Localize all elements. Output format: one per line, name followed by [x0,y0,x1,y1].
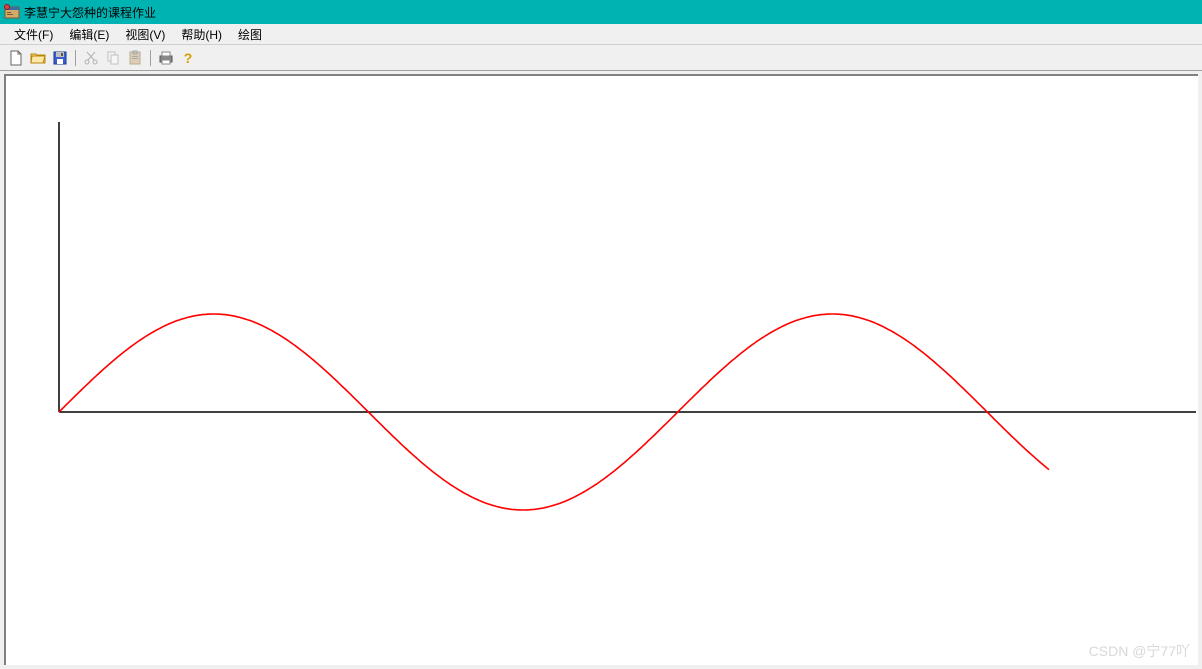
menu-help[interactable]: 帮助(H) [173,24,230,45]
plot-svg [6,76,1198,665]
menu-file[interactable]: 文件(F) [6,24,61,45]
window-title: 李慧宁大怨种的课程作业 [24,4,156,21]
toolbar-separator [150,50,151,66]
copy-pages-icon[interactable] [103,48,123,68]
toolbar-separator [75,50,76,66]
menu-edit[interactable]: 编辑(E) [61,24,117,45]
save-disk-icon[interactable] [50,48,70,68]
canvas-area [4,74,1198,665]
paste-clipboard-icon[interactable] [125,48,145,68]
help-question-icon[interactable]: ? [178,48,198,68]
print-icon[interactable] [156,48,176,68]
menubar: 文件(F) 编辑(E) 视图(V) 帮助(H) 绘图 [0,24,1202,45]
cut-scissors-icon[interactable] [81,48,101,68]
menu-view[interactable]: 视图(V) [117,24,173,45]
toolbar: ? [0,45,1202,71]
svg-text:?: ? [184,50,193,66]
titlebar: 李慧宁大怨种的课程作业 [0,0,1202,24]
app-icon [4,4,20,20]
open-folder-icon[interactable] [28,48,48,68]
new-file-icon[interactable] [6,48,26,68]
menu-draw[interactable]: 绘图 [230,24,270,45]
